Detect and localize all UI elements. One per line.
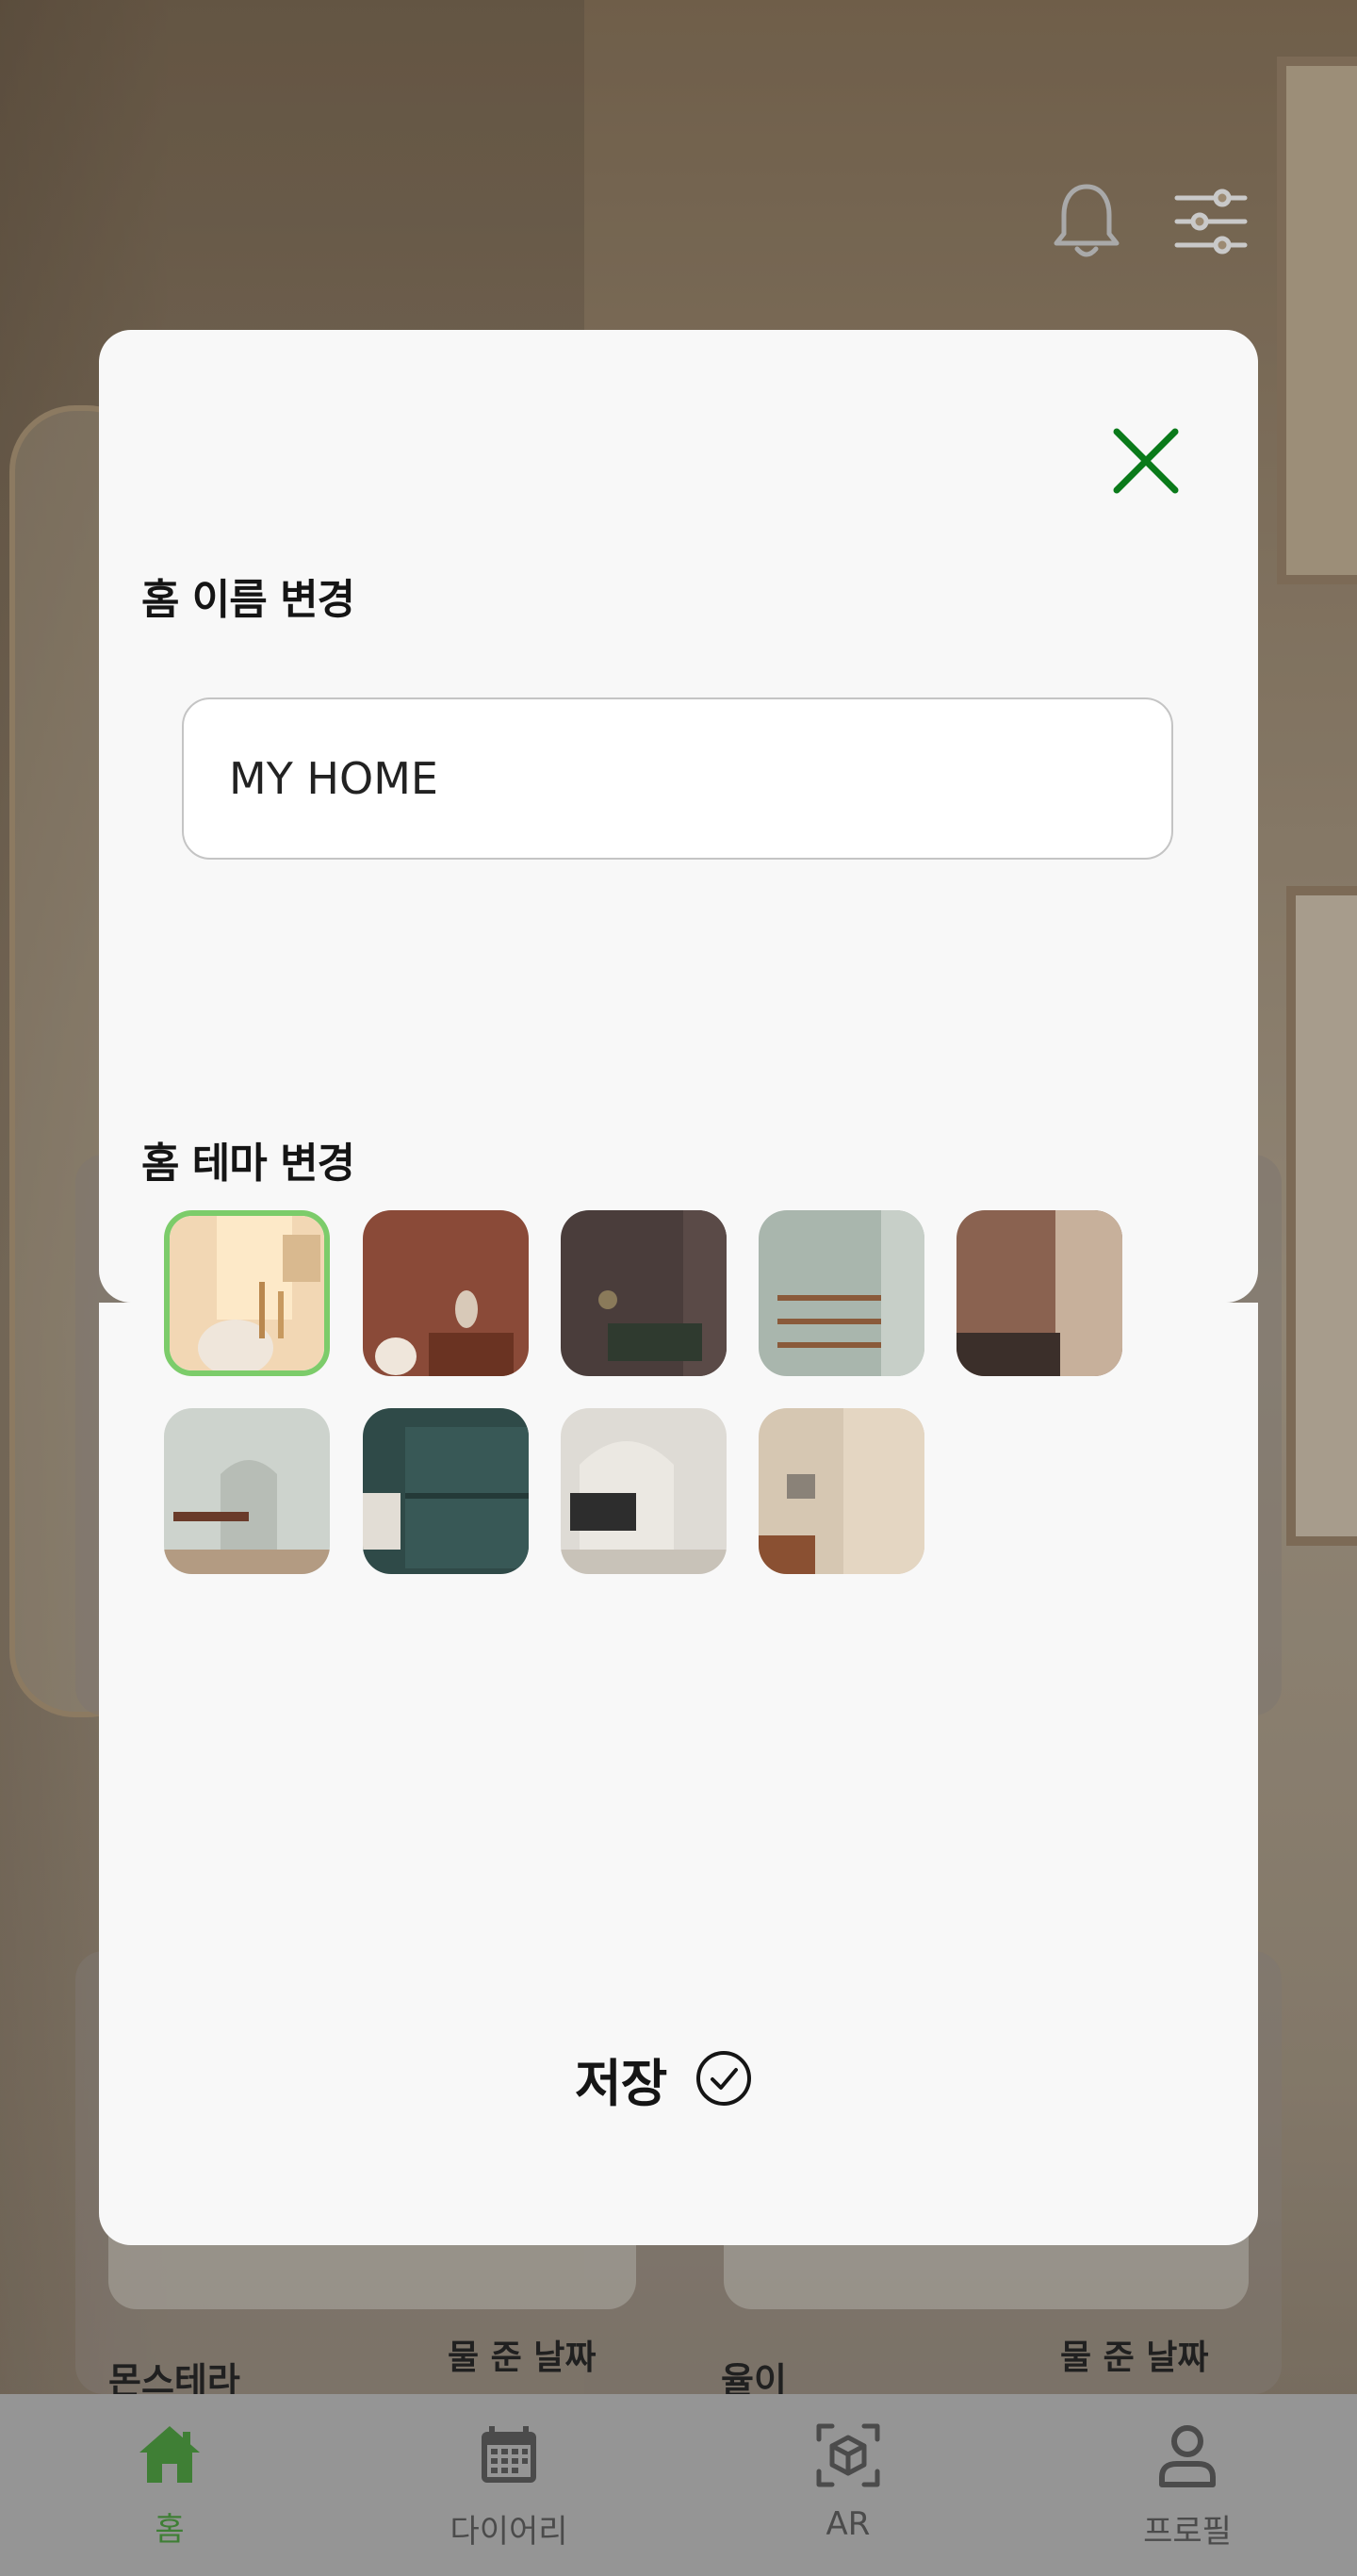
nav-label-diary: 다이어리 (450, 2513, 568, 2551)
home-icon (139, 2426, 200, 2483)
nav-item-ar[interactable]: AR (678, 2394, 1018, 2576)
nav-item-profile[interactable]: 프로필 (1018, 2394, 1357, 2576)
ar-cube-icon (816, 2423, 880, 2487)
home-name-title: 홈 이름 변경 (141, 576, 355, 624)
save-button[interactable]: 저장 (575, 2036, 787, 2121)
theme-thumbnail-5[interactable] (956, 1210, 1122, 1376)
nav-item-diary[interactable]: 다이어리 (339, 2394, 678, 2576)
theme-thumbnail-3[interactable] (561, 1210, 727, 1376)
theme-thumbnail-8[interactable] (561, 1408, 727, 1574)
close-icon (1113, 428, 1179, 494)
calendar-icon (482, 2426, 536, 2483)
theme-thumbnail-4[interactable] (759, 1210, 924, 1376)
nav-item-home[interactable]: 홈 (0, 2394, 339, 2576)
filter-settings-icon[interactable] (1173, 189, 1249, 258)
theme-thumbnail-1[interactable] (164, 1210, 330, 1376)
close-button[interactable] (1107, 422, 1185, 500)
theme-thumbnail-9[interactable] (759, 1408, 924, 1574)
nav-label-ar: AR (826, 2505, 871, 2543)
theme-thumbnail-2[interactable] (363, 1210, 529, 1376)
home-name-input[interactable] (182, 697, 1173, 860)
theme-thumbnail-7[interactable] (363, 1408, 529, 1574)
bottom-nav: 홈 다이어리 AR 프로필 (0, 2394, 1357, 2576)
nav-label-home: 홈 (155, 2511, 185, 2549)
save-label: 저장 (575, 2053, 667, 2113)
bell-icon[interactable] (1049, 179, 1124, 268)
nav-label-profile: 프로필 (1143, 2513, 1232, 2551)
home-theme-title: 홈 테마 변경 (141, 1140, 355, 1188)
theme-thumbnail-6[interactable] (164, 1408, 330, 1574)
profile-icon (1159, 2425, 1216, 2487)
check-circle-icon (696, 2051, 752, 2106)
